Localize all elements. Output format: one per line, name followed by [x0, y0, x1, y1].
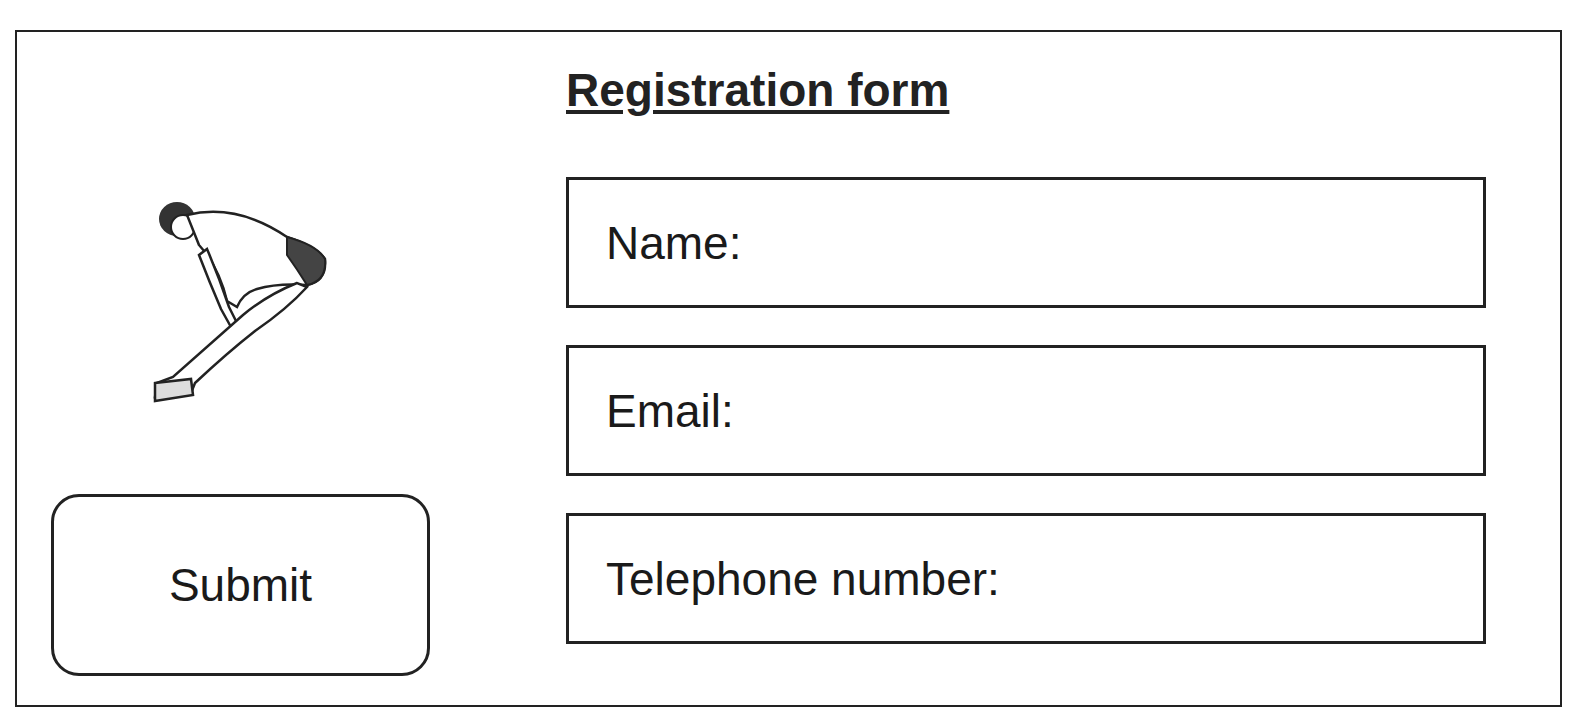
field-label: Telephone number:: [606, 552, 1000, 606]
form-field[interactable]: Telephone number:: [566, 513, 1486, 644]
field-list: Name: Email: Telephone number:: [566, 177, 1486, 644]
left-column: Submit: [51, 62, 430, 676]
field-label: Name:: [606, 216, 741, 270]
form-field[interactable]: Name:: [566, 177, 1486, 308]
diver-icon: [147, 197, 334, 412]
submit-button[interactable]: Submit: [51, 494, 430, 676]
field-label: Email:: [606, 384, 734, 438]
form-field[interactable]: Email:: [566, 345, 1486, 476]
right-column: Registration form Name: Email: Telephone nu…: [566, 62, 1486, 676]
registration-form: Submit Registration form Name: Email: Teleph…: [15, 30, 1562, 707]
form-title: Registration form: [566, 62, 1486, 119]
